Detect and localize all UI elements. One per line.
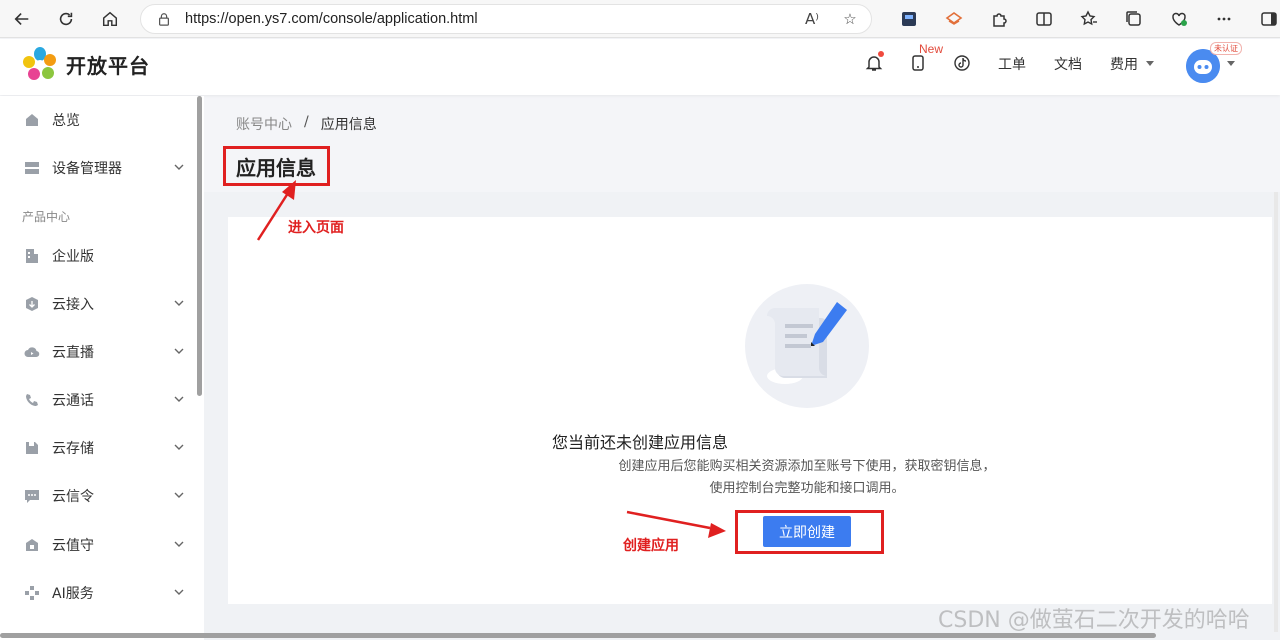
- breadcrumb: 账号中心 / 应用信息: [236, 114, 377, 134]
- device-icon: [25, 162, 39, 174]
- work-order-link[interactable]: 工单: [998, 54, 1026, 74]
- extension-bar: [886, 4, 1280, 34]
- sidebar-item-cloud-signal[interactable]: 云信令: [0, 476, 196, 516]
- sidebar-item-label: AI服务: [52, 586, 94, 602]
- logo-text: 开放平台: [66, 53, 150, 78]
- empty-state-title: 您当前还未创建应用信息: [551, 433, 728, 452]
- logo[interactable]: 开放平台: [22, 46, 150, 82]
- extension-1-icon[interactable]: [886, 4, 931, 34]
- chevron-down-icon: [174, 589, 184, 595]
- lock-icon: [159, 13, 169, 26]
- sidebar-item-label: 云信令: [52, 489, 94, 505]
- breadcrumb-separator: /: [304, 114, 309, 130]
- address-bar[interactable]: https://open.ys7.com/console/application…: [140, 4, 872, 34]
- sidebar-item-cloud-access[interactable]: 云接入: [0, 284, 196, 324]
- chevron-down-icon: [174, 164, 184, 170]
- extension-2-icon[interactable]: [931, 4, 976, 34]
- billing-menu[interactable]: 费用: [1110, 54, 1138, 74]
- sidebar-item-cloud-live[interactable]: 云直播: [0, 332, 196, 372]
- sidebar-item-label: 企业版: [52, 249, 94, 265]
- split-screen-icon[interactable]: [1021, 4, 1066, 34]
- sidebar-item-label: 设备管理器: [52, 161, 122, 177]
- breadcrumb-parent[interactable]: 账号中心: [236, 114, 292, 134]
- bell-icon[interactable]: [864, 53, 884, 73]
- refresh-button[interactable]: [50, 3, 82, 35]
- sidebar-toggle-icon[interactable]: [1246, 4, 1280, 34]
- collections-icon[interactable]: [1111, 4, 1156, 34]
- sidebar-item-ai-service[interactable]: AI服务: [0, 573, 196, 613]
- guard-icon: [26, 539, 38, 551]
- read-aloud-icon[interactable]: A⁾: [803, 10, 821, 28]
- sidebar-item-label: 云直播: [52, 345, 94, 361]
- refresh-icon: [59, 12, 73, 25]
- button-highlight-box: [735, 510, 884, 554]
- chevron-down-icon: [174, 348, 184, 354]
- breadcrumb-current: 应用信息: [320, 117, 377, 133]
- favorite-star-icon[interactable]: ☆: [841, 10, 859, 28]
- chevron-down-icon: [174, 300, 184, 306]
- content-scrollbar[interactable]: [1274, 192, 1278, 632]
- watermark: CSDN @做萤石二次开发的哈哈: [938, 608, 1250, 633]
- tiktok-icon[interactable]: [952, 53, 972, 73]
- sidebar-item-label: 云通话: [52, 393, 94, 409]
- home-button[interactable]: [94, 3, 126, 35]
- sidebar-item-overview[interactable]: 总览: [0, 100, 196, 140]
- ezviz-logo-icon: [23, 47, 56, 80]
- mobile-icon[interactable]: [908, 53, 928, 73]
- empty-state-description: 创建应用后您能购买相关资源添加至账号下使用，获取密钥信息，使用控制台完整功能和接…: [618, 459, 996, 496]
- unverified-badge: 未认证: [1210, 42, 1242, 55]
- extensions-puzzle-icon[interactable]: [976, 4, 1021, 34]
- url-text: https://open.ys7.com/console/application…: [185, 11, 478, 27]
- browser-essentials-icon[interactable]: [1156, 4, 1201, 34]
- title-highlight-box: [223, 146, 330, 186]
- more-menu-icon[interactable]: [1201, 4, 1246, 34]
- empty-document-illustration: [745, 284, 869, 408]
- sidebar-item-label: 云接入: [52, 297, 94, 313]
- horizontal-scrollbar[interactable]: [0, 633, 1156, 638]
- chevron-down-icon: [174, 492, 184, 498]
- cloud-live-icon: [24, 347, 40, 358]
- sidebar-item-label: 总览: [52, 113, 80, 129]
- ai-icon: [25, 586, 39, 600]
- docs-link[interactable]: 文档: [1054, 54, 1082, 74]
- sidebar-item-enterprise[interactable]: 企业版: [0, 236, 196, 276]
- back-button[interactable]: [6, 3, 38, 35]
- chevron-down-icon: [174, 541, 184, 547]
- sidebar-item-cloud-guard[interactable]: 云值守: [0, 525, 196, 565]
- favorites-icon[interactable]: [1066, 4, 1111, 34]
- account-caret-icon[interactable]: [1225, 57, 1237, 69]
- phone-icon: [26, 394, 38, 406]
- sidebar-item-device-manager[interactable]: 设备管理器: [0, 148, 196, 188]
- cloud-access-icon: [26, 297, 38, 311]
- annotation-enter-page: 进入页面: [288, 220, 344, 236]
- sidebar-item-cloud-call[interactable]: 云通话: [0, 380, 196, 420]
- building-icon: [26, 249, 38, 263]
- sidebar-group-products: 产品中心: [22, 210, 71, 224]
- message-icon: [25, 490, 39, 503]
- annotation-create-app: 创建应用: [623, 538, 679, 554]
- app-header: 开放平台 New 工单 文档 费用 未认证: [0, 39, 1280, 95]
- sidebar-item-label: 云值守: [52, 538, 94, 554]
- back-arrow-icon: [14, 12, 29, 25]
- home-icon: [26, 114, 38, 126]
- home-icon: [102, 11, 118, 26]
- billing-caret-icon: [1146, 61, 1154, 66]
- sidebar-scrollbar[interactable]: [197, 96, 202, 396]
- chevron-down-icon: [174, 396, 184, 402]
